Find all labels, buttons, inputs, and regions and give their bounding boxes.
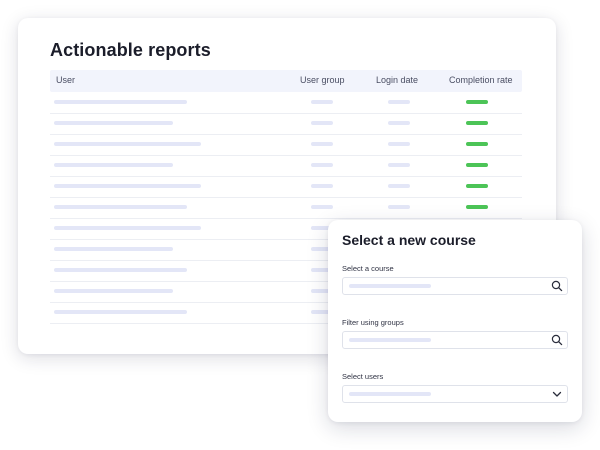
completion-rate-bar <box>466 100 488 104</box>
search-icon[interactable] <box>551 280 563 292</box>
table-header: User User group Login date Completion ra… <box>50 70 522 92</box>
user-placeholder <box>54 100 187 104</box>
login-date-placeholder <box>388 163 410 167</box>
user-placeholder <box>54 184 201 188</box>
user-group-placeholder <box>311 163 333 167</box>
table-row[interactable] <box>50 197 522 219</box>
table-row[interactable] <box>50 155 522 177</box>
chevron-down-icon[interactable] <box>551 388 563 400</box>
user-placeholder <box>54 247 173 251</box>
filter-groups-label: Filter using groups <box>342 318 404 327</box>
completion-rate-bar <box>466 121 488 125</box>
login-date-placeholder <box>388 121 410 125</box>
user-placeholder <box>54 268 187 272</box>
search-icon[interactable] <box>551 334 563 346</box>
login-date-placeholder <box>388 205 410 209</box>
user-group-placeholder <box>311 184 333 188</box>
login-date-placeholder <box>388 100 410 104</box>
table-row[interactable] <box>50 113 522 135</box>
user-placeholder <box>54 310 187 314</box>
user-placeholder <box>54 205 187 209</box>
report-title: Actionable reports <box>50 40 211 60</box>
user-placeholder <box>54 121 173 125</box>
column-header-user-group[interactable]: User group <box>300 75 345 85</box>
table-row[interactable] <box>50 176 522 198</box>
user-placeholder <box>54 226 201 230</box>
table-row[interactable] <box>50 92 522 114</box>
select-course-dialog: Select a new course Select a course Filt… <box>328 220 582 422</box>
column-header-completion-rate[interactable]: Completion rate <box>449 75 513 85</box>
login-date-placeholder <box>388 184 410 188</box>
user-group-placeholder <box>311 100 333 104</box>
input-placeholder <box>349 284 431 288</box>
input-placeholder <box>349 392 431 396</box>
select-course-label: Select a course <box>342 264 394 273</box>
user-group-placeholder <box>311 142 333 146</box>
table-row[interactable] <box>50 134 522 156</box>
select-course-input[interactable] <box>342 277 568 295</box>
user-placeholder <box>54 163 173 167</box>
filter-groups-input[interactable] <box>342 331 568 349</box>
input-placeholder <box>349 338 431 342</box>
completion-rate-bar <box>466 184 488 188</box>
login-date-placeholder <box>388 142 410 146</box>
column-header-login-date[interactable]: Login date <box>376 75 418 85</box>
completion-rate-bar <box>466 163 488 167</box>
user-placeholder <box>54 289 173 293</box>
dialog-title: Select a new course <box>342 232 476 248</box>
completion-rate-bar <box>466 205 488 209</box>
completion-rate-bar <box>466 142 488 146</box>
select-users-label: Select users <box>342 372 384 381</box>
user-group-placeholder <box>311 121 333 125</box>
user-group-placeholder <box>311 205 333 209</box>
user-placeholder <box>54 142 201 146</box>
column-header-user[interactable]: User <box>56 75 75 85</box>
select-users-dropdown[interactable] <box>342 385 568 403</box>
